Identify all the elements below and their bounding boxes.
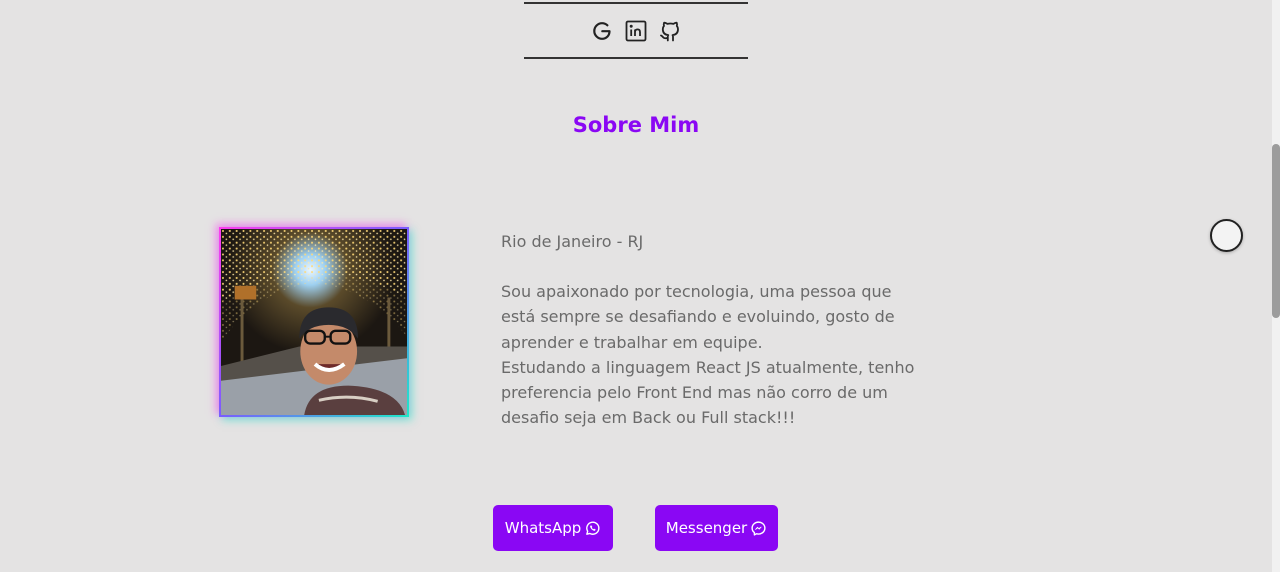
linkedin-link[interactable] [624, 19, 648, 43]
about-line: preferencia pelo Front End mas não corro… [501, 383, 888, 403]
about-line: Estudando a linguagem React JS atualment… [501, 357, 915, 377]
whatsapp-button[interactable]: WhatsApp [493, 505, 613, 551]
location-text: Rio de Janeiro - RJ [501, 232, 644, 251]
about-line: Sou apaixonado por tecnologia, uma pesso… [501, 282, 892, 302]
scrollbar-thumb[interactable] [1272, 144, 1280, 318]
profile-photo [219, 227, 409, 417]
github-icon [660, 21, 679, 41]
about-line: aprender e trabalhar em equipe. [501, 332, 763, 352]
social-links-bar [524, 2, 748, 59]
linkedin-icon [625, 20, 647, 41]
messenger-button[interactable]: Messenger [655, 505, 778, 551]
whatsapp-button-label: WhatsApp [504, 519, 582, 537]
messenger-icon [751, 520, 766, 536]
google-link[interactable] [590, 19, 614, 43]
about-line: está sempre se desafiando e evoluindo, g… [501, 307, 895, 327]
floating-toggle-button[interactable] [1210, 219, 1243, 252]
whatsapp-icon [586, 521, 600, 535]
page: Sobre Mim Rio de Janeiro - RJ Sou apaixo… [0, 0, 1280, 572]
google-icon [593, 21, 611, 40]
github-link[interactable] [658, 19, 682, 43]
messenger-button-label: Messenger [665, 519, 748, 537]
about-text: Rio de Janeiro - RJ Sou apaixonado por t… [501, 229, 946, 430]
section-title: Sobre Mim [572, 113, 700, 137]
about-line: desafio seja em Back ou Full stack!!! [501, 408, 796, 428]
